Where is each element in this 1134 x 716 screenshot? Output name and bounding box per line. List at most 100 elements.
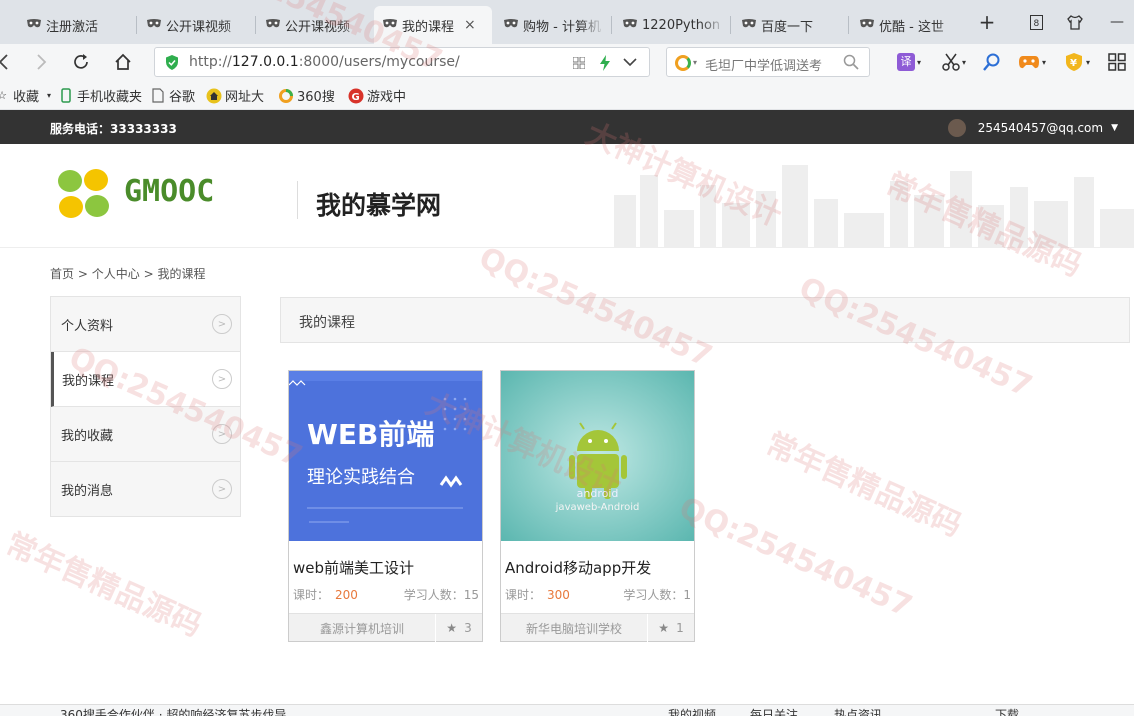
user-menu[interactable]: 254540457@qq.com ▼ xyxy=(947,119,1118,137)
browser-navigation-bar: http://127.0.0.1:8000/users/mycourse/ ▾ … xyxy=(0,44,1134,80)
tab-fade xyxy=(579,6,605,44)
address-bar[interactable]: http://127.0.0.1:8000/users/mycourse/ xyxy=(154,47,650,77)
learners-count: 15 xyxy=(463,588,479,602)
cover-title: WEB前端 xyxy=(307,418,435,451)
course-org[interactable]: 鑫源计算机培训 xyxy=(289,614,436,642)
breadcrumb-home[interactable]: 首页 xyxy=(50,267,74,281)
city-skyline-decoration xyxy=(614,165,1134,247)
site-top-bar: 服务电话：33333333 254540457@qq.com ▼ xyxy=(0,110,1134,144)
skin-icon[interactable] xyxy=(1064,8,1086,36)
bookmark-360search[interactable]: 360搜 xyxy=(278,86,335,105)
status-my-videos[interactable]: 我的视频 xyxy=(668,706,716,716)
forward-button[interactable] xyxy=(27,48,55,76)
tab-youku[interactable]: 优酷 - 这世 xyxy=(851,6,961,44)
tab-fade xyxy=(102,6,128,44)
tab-label: 公开课视频 xyxy=(166,19,232,35)
course-cover-image[interactable]: android javaweb-Android xyxy=(501,371,694,541)
apps-button[interactable] xyxy=(1104,50,1130,74)
tab-open-course-1[interactable]: 公开课视频 xyxy=(138,6,250,44)
course-card[interactable]: android javaweb-Android Android移动app开发 课… xyxy=(500,370,695,642)
tab-fade xyxy=(819,6,845,44)
menu-item-my-messages[interactable]: 我的消息 > xyxy=(51,462,240,517)
mask-icon xyxy=(623,19,637,28)
menu-item-label: 我的课程 xyxy=(62,373,115,389)
browser-tab-strip: 注册激活 公开课视频 公开课视频 我的课程 × 购物 - 计算机 1220Pyt… xyxy=(0,0,1134,44)
lightning-icon[interactable] xyxy=(599,55,611,71)
tab-register[interactable]: 注册激活 xyxy=(18,6,128,44)
status-news-ticker[interactable]: 360搜手合作伙伴 · 超的响经济复苏步伐导 xyxy=(60,706,286,716)
tab-my-courses[interactable]: 我的课程 × xyxy=(374,6,492,44)
translate-button[interactable]: 译 ▾ xyxy=(894,50,924,74)
screenshot-button[interactable]: ▾ xyxy=(938,50,970,74)
bookmark-google[interactable]: 谷歌 xyxy=(150,86,195,105)
course-org[interactable]: 新华电脑培训学校 xyxy=(501,614,648,642)
site-header: GMOOC 我的慕学网 xyxy=(0,144,1134,248)
menu-item-my-courses[interactable]: 我的课程 > xyxy=(51,352,240,407)
favorite-count[interactable]: ★ 1 xyxy=(648,614,694,642)
tab-close-icon[interactable]: × xyxy=(464,17,476,33)
coupon-button[interactable]: ¥ ▾ xyxy=(1060,50,1094,74)
tab-separator xyxy=(136,16,137,34)
course-footer: 鑫源计算机培训 ★ 3 xyxy=(289,613,482,642)
status-downloads[interactable]: 下载 xyxy=(995,706,1019,716)
scissors-icon xyxy=(942,53,960,71)
android-cover-graphic xyxy=(501,371,694,541)
chevron-right-icon: > xyxy=(212,479,232,499)
chevron-down-icon[interactable] xyxy=(623,58,637,67)
watermark-text: 常年售精品源码 xyxy=(0,526,207,644)
tab-open-course-2[interactable]: 公开课视频 xyxy=(257,6,367,44)
engine-caret-icon: ▾ xyxy=(693,58,698,67)
course-meta: 课时： 200 学习人数：15 xyxy=(293,586,479,603)
minimize-button[interactable]: — xyxy=(1106,8,1128,36)
course-footer: 新华电脑培训学校 ★ 1 xyxy=(501,613,694,642)
bookmark-games[interactable]: G 游戏中 xyxy=(348,86,406,105)
hours-label: 课时： xyxy=(293,588,330,602)
tab-list-icon[interactable]: 8 xyxy=(1026,8,1046,36)
search-input[interactable]: ▾ 毛坦厂中学低调送考 xyxy=(666,47,870,77)
star-icon: ★ xyxy=(658,621,670,635)
360-search-icon xyxy=(675,55,691,71)
menu-item-profile[interactable]: 个人资料 > xyxy=(51,297,240,352)
course-title[interactable]: Android移动app开发 xyxy=(505,557,651,578)
home-icon xyxy=(206,88,222,104)
star-icon: ★ xyxy=(446,621,458,635)
back-button[interactable] xyxy=(0,48,18,76)
caret-icon: ▾ xyxy=(916,57,921,67)
breadcrumb-user-center[interactable]: 个人中心 xyxy=(92,267,140,281)
status-hot-news[interactable]: 热点资讯 xyxy=(834,706,882,716)
search-icon[interactable] xyxy=(843,54,859,70)
caret-icon: ▾ xyxy=(47,91,52,100)
games-button[interactable]: ▾ xyxy=(1014,50,1050,74)
breadcrumb-current: 我的课程 xyxy=(157,267,206,281)
site-title: 我的慕学网 xyxy=(316,191,442,220)
grid-icon[interactable] xyxy=(573,57,585,69)
new-tab-button[interactable]: + xyxy=(974,8,1000,36)
tab-baidu[interactable]: 百度一下 xyxy=(733,6,845,44)
bookmark-mobile[interactable]: 手机收藏夹 xyxy=(58,86,142,105)
tab-shopping[interactable]: 购物 - 计算机 xyxy=(495,6,605,44)
reload-icon xyxy=(74,54,88,69)
tab-python[interactable]: 1220Python xyxy=(614,6,726,44)
bookmark-label: 谷歌 xyxy=(169,90,196,105)
favorite-count[interactable]: ★ 3 xyxy=(436,614,482,642)
menu-item-my-favorites[interactable]: 我的收藏 > xyxy=(51,407,240,462)
bookmark-favorites[interactable]: ☆ 收藏 ▾ xyxy=(0,86,51,105)
chevron-left-icon xyxy=(0,54,8,70)
browser-status-bar: 360搜手合作伙伴 · 超的响经济复苏步伐导 我的视频 每日关注 热点资讯 下载 xyxy=(0,704,1134,716)
tab-fade xyxy=(341,6,367,44)
reload-button[interactable] xyxy=(67,48,95,76)
user-center-menu: 个人资料 > 我的课程 > 我的收藏 > 我的消息 > xyxy=(50,296,241,517)
course-cover-image[interactable]: WEB前端 理论实践结合 xyxy=(289,371,482,541)
course-title[interactable]: web前端美工设计 xyxy=(293,557,414,578)
bookmark-portal[interactable]: 网址大 xyxy=(206,86,264,105)
url-scheme: http:// xyxy=(189,54,232,70)
magnifier-icon xyxy=(983,53,1000,71)
tab-fade xyxy=(700,6,726,44)
home-button[interactable] xyxy=(109,48,137,76)
course-card[interactable]: WEB前端 理论实践结合 web前端美工设计 课时： 200 学习人数：15 鑫源… xyxy=(288,370,483,642)
mask-icon xyxy=(860,19,874,28)
status-daily-focus[interactable]: 每日关注 xyxy=(750,706,798,716)
find-button[interactable] xyxy=(980,50,1004,74)
caret-icon: ▾ xyxy=(1041,57,1046,67)
chevron-right-icon: > xyxy=(212,314,232,334)
